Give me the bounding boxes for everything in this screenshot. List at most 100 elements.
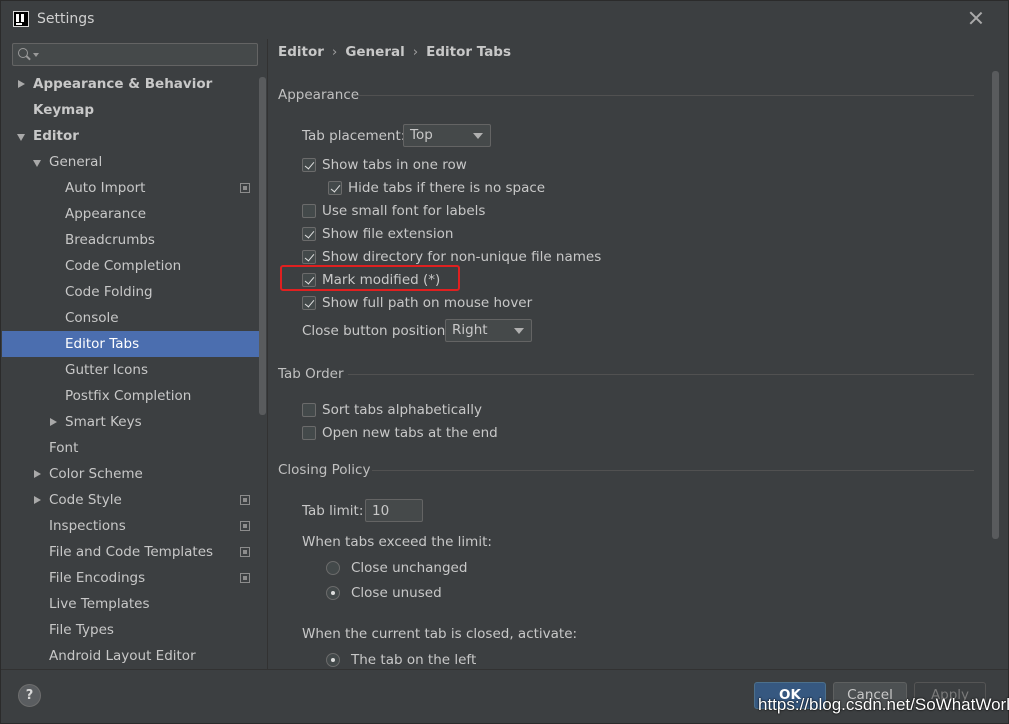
hide-tabs-no-space-label: Hide tabs if there is no space — [348, 180, 546, 196]
sidebar-scrollbar[interactable] — [259, 77, 266, 415]
open-at-end-label: Open new tabs at the end — [322, 425, 498, 441]
tree-item-label: Inspections — [49, 518, 126, 534]
tree-item-gutter-icons[interactable]: Gutter Icons — [2, 357, 266, 383]
breadcrumb-item: Editor Tabs — [426, 44, 512, 60]
project-scope-icon — [240, 547, 250, 557]
tree-item-android-layout-editor[interactable]: Android Layout Editor — [2, 643, 266, 669]
sort-alpha-label: Sort tabs alphabetically — [322, 402, 482, 418]
tree-item-color-scheme[interactable]: Color Scheme — [2, 461, 266, 487]
tree-item-label: Code Completion — [65, 258, 182, 274]
tree-item-code-style[interactable]: Code Style — [2, 487, 266, 513]
expand-arrow-icon[interactable] — [34, 496, 41, 504]
mark-modified-label: Mark modified (*) — [322, 272, 441, 288]
help-button[interactable]: ? — [18, 684, 41, 707]
tab-placement-select[interactable]: Top — [403, 124, 491, 147]
tree-item-label: Appearance — [65, 206, 147, 222]
tree-item-file-code-templates[interactable]: File and Code Templates — [2, 539, 266, 565]
tree-item-label: Appearance & Behavior — [33, 76, 213, 92]
project-scope-icon — [240, 495, 250, 505]
search-input[interactable] — [41, 46, 251, 63]
collapse-arrow-icon[interactable] — [17, 134, 25, 141]
section-title-tab-order: Tab Order — [278, 366, 344, 382]
show-extension-label: Show file extension — [322, 226, 454, 242]
tree-item-label: Keymap — [33, 102, 95, 118]
tree-item-label: Editor Tabs — [65, 336, 140, 352]
small-font-checkbox[interactable] — [302, 204, 316, 218]
ok-button[interactable]: OK — [754, 682, 826, 709]
collapse-arrow-icon[interactable] — [33, 160, 41, 167]
intellij-app-icon — [13, 11, 29, 27]
open-at-end-checkbox[interactable] — [302, 426, 316, 440]
sort-alpha-checkbox[interactable] — [302, 403, 316, 417]
dialog-footer: ? OK Cancel Apply — [1, 669, 1008, 723]
window-title: Settings — [37, 11, 95, 27]
tree-item-label: Android Layout Editor — [49, 648, 196, 664]
tree-item-font[interactable]: Font — [2, 435, 266, 461]
full-path-hover-checkbox[interactable] — [302, 296, 316, 310]
tree-item-label: Gutter Icons — [65, 362, 149, 378]
tree-item-editor[interactable]: Editor — [2, 123, 266, 149]
tree-item-console[interactable]: Console — [2, 305, 266, 331]
mark-modified-checkbox[interactable] — [302, 273, 316, 287]
tree-item-smart-keys[interactable]: Smart Keys — [2, 409, 266, 435]
close-icon[interactable] — [966, 8, 986, 28]
activate-label: When the current tab is closed, activate… — [302, 626, 578, 642]
tree-item-label: Color Scheme — [49, 466, 143, 482]
tree-item-code-completion[interactable]: Code Completion — [2, 253, 266, 279]
close-unchanged-radio[interactable] — [326, 561, 340, 575]
tree-item-code-folding[interactable]: Code Folding — [2, 279, 266, 305]
show-tabs-one-row-checkbox[interactable] — [302, 158, 316, 172]
tree-item-postfix-completion[interactable]: Postfix Completion — [2, 383, 266, 409]
tree-item-label: File Types — [49, 622, 114, 638]
tab-limit-row: Tab limit: — [302, 501, 363, 521]
full-path-hover-label: Show full path on mouse hover — [322, 295, 533, 311]
project-scope-icon — [240, 573, 250, 583]
search-field[interactable] — [12, 43, 258, 66]
close-button-position-select[interactable]: Right — [445, 319, 532, 342]
tree-item-appearance[interactable]: Appearance — [2, 201, 266, 227]
cancel-button[interactable]: Cancel — [833, 682, 907, 709]
hide-tabs-no-space-checkbox[interactable] — [328, 181, 342, 195]
tab-on-left-radio[interactable] — [326, 653, 340, 667]
project-scope-icon — [240, 521, 250, 531]
tree-item-auto-import[interactable]: Auto Import — [2, 175, 266, 201]
tree-item-editor-tabs[interactable]: Editor Tabs — [2, 331, 266, 357]
tree-item-general[interactable]: General — [2, 149, 266, 175]
tree-item-label: Font — [49, 440, 79, 456]
tree-item-appearance-behavior[interactable]: Appearance & Behavior — [2, 71, 266, 97]
apply-button[interactable]: Apply — [914, 682, 986, 709]
tree-item-live-templates[interactable]: Live Templates — [2, 591, 266, 617]
tree-item-breadcrumbs[interactable]: Breadcrumbs — [2, 227, 266, 253]
settings-dialog: Settings Appearance & Behavior Keymap Ed… — [0, 0, 1009, 724]
show-extension-checkbox[interactable] — [302, 227, 316, 241]
tree-item-label: Editor — [33, 128, 79, 144]
close-unused-radio[interactable] — [326, 586, 340, 600]
close-button-position-value: Right — [452, 322, 488, 338]
tree-item-file-types[interactable]: File Types — [2, 617, 266, 643]
tree-item-inspections[interactable]: Inspections — [2, 513, 266, 539]
tree-item-label: Live Templates — [49, 596, 150, 612]
section-title-appearance: Appearance — [278, 87, 360, 103]
expand-arrow-icon[interactable] — [50, 418, 57, 426]
breadcrumb-separator: › — [331, 44, 338, 60]
activate-label-row: When the current tab is closed, activate… — [302, 624, 577, 644]
breadcrumb: Editor › General › Editor Tabs — [278, 44, 511, 60]
chevron-down-icon — [473, 133, 483, 139]
tree-item-keymap[interactable]: Keymap — [2, 97, 266, 123]
tab-limit-input[interactable] — [365, 499, 423, 522]
content-scrollbar[interactable] — [992, 71, 999, 539]
search-icon — [18, 48, 28, 58]
project-scope-icon — [240, 183, 250, 193]
tree-item-file-encodings[interactable]: File Encodings — [2, 565, 266, 591]
section-divider — [348, 374, 974, 375]
settings-content: Editor › General › Editor Tabs Appearance Ta… — [268, 39, 1008, 669]
tree-item-label: File and Code Templates — [49, 544, 214, 560]
search-history-dropdown-icon[interactable] — [33, 53, 39, 57]
expand-arrow-icon[interactable] — [34, 470, 41, 478]
expand-arrow-icon[interactable] — [18, 80, 25, 88]
show-directory-checkbox[interactable] — [302, 250, 316, 264]
tree-item-label: Console — [65, 310, 119, 326]
tree-item-label: Code Style — [49, 492, 122, 508]
tree-item-label: Auto Import — [65, 180, 146, 196]
small-font-label: Use small font for labels — [322, 203, 486, 219]
